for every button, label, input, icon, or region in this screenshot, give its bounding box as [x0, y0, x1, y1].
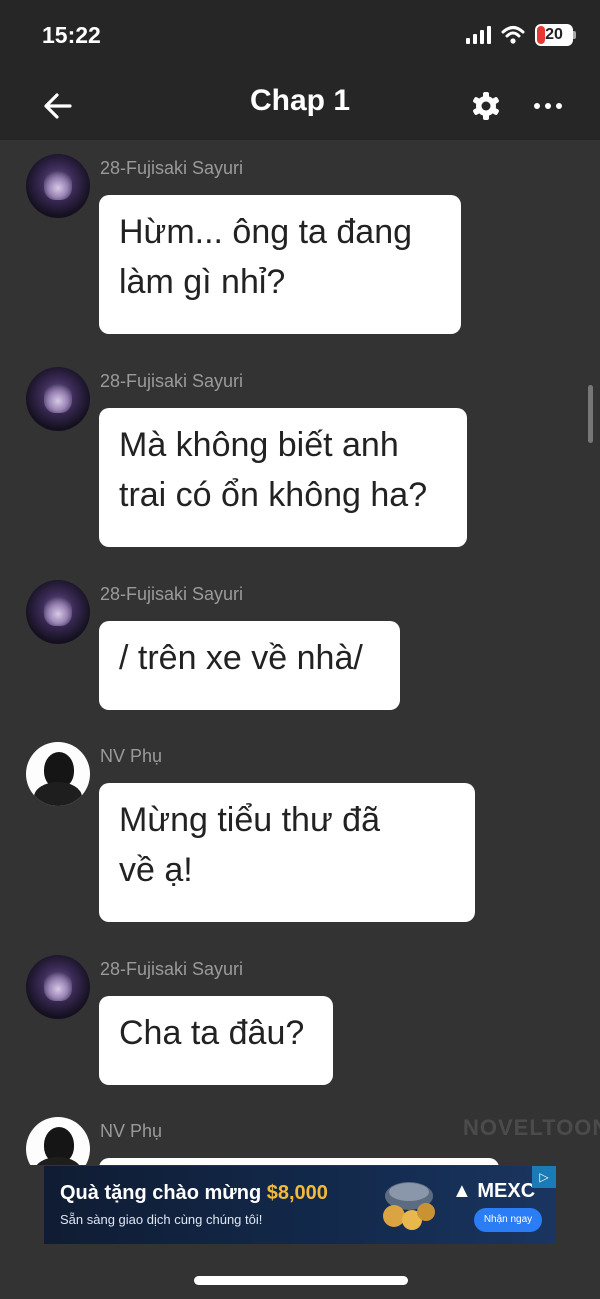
ad-banner[interactable]: Quà tặng chào mừng $8,000 Sẵn sàng giao …	[44, 1166, 556, 1244]
battery-level	[537, 26, 545, 44]
settings-button[interactable]	[470, 90, 502, 122]
ad-brand: ▲ MEXC	[452, 1180, 535, 1203]
more-icon	[534, 103, 562, 109]
chat-area[interactable]: 28-Fujisaki Sayuri Hừm... ông ta đang là…	[0, 140, 600, 1165]
wifi-icon	[501, 26, 525, 44]
sender-name: 28-Fujisaki Sayuri	[100, 584, 244, 604]
status-icons: 20	[466, 24, 576, 46]
ad-subtitle: Sẵn sàng giao dịch cùng chúng tôi!	[60, 1212, 263, 1227]
ad-cta-button[interactable]: Nhận ngay	[474, 1208, 542, 1232]
message-bubble: Cha ta đâu?	[99, 996, 333, 1085]
message-bubble: / trên xe về nhà/	[99, 621, 400, 710]
ad-title: Quà tặng chào mừng $8,000	[60, 1182, 328, 1205]
sender-name: 28-Fujisaki Sayuri	[100, 959, 244, 979]
silhouette-avatar[interactable]	[26, 1117, 90, 1165]
coins-icon	[383, 1182, 435, 1230]
mexc-logo-icon: ▲	[452, 1180, 472, 1202]
top-bar: 15:22 20 Chap 1	[0, 0, 600, 140]
anime-girl-avatar[interactable]	[26, 154, 90, 218]
watermark: NOVELTOON	[463, 1115, 600, 1140]
anime-girl-avatar[interactable]	[26, 955, 90, 1019]
silhouette-avatar[interactable]	[26, 742, 90, 806]
home-indicator[interactable]	[194, 1276, 408, 1285]
sender-name: 28-Fujisaki Sayuri	[100, 158, 244, 178]
anime-girl-avatar[interactable]	[26, 580, 90, 644]
signal-icon	[466, 26, 491, 44]
sender-name: NV Phụ	[100, 1121, 163, 1141]
message-bubble	[99, 1158, 499, 1165]
battery-text: 20	[545, 26, 563, 43]
scrollbar[interactable]	[588, 385, 593, 443]
message-bubble: Hừm... ông ta đang làm gì nhỉ?	[99, 195, 461, 334]
battery-icon: 20	[535, 24, 576, 46]
ad-title-text: Quà tặng chào mừng	[60, 1182, 262, 1204]
sender-name: NV Phụ	[100, 746, 163, 766]
ad-choices-icon[interactable]: ▷	[532, 1166, 556, 1188]
page-title: Chap 1	[249, 84, 351, 117]
gear-icon	[473, 92, 499, 120]
ad-brand-text: MEXC	[477, 1180, 536, 1202]
message-bubble: Mừng tiểu thư đã về ạ!	[99, 783, 475, 922]
anime-girl-avatar[interactable]	[26, 367, 90, 431]
ad-amount: $8,000	[266, 1182, 328, 1204]
status-time: 15:22	[42, 22, 101, 48]
more-button[interactable]	[532, 92, 564, 120]
sender-name: 28-Fujisaki Sayuri	[100, 371, 244, 391]
message-bubble: Mà không biết anh trai có ổn không ha?	[99, 408, 467, 547]
